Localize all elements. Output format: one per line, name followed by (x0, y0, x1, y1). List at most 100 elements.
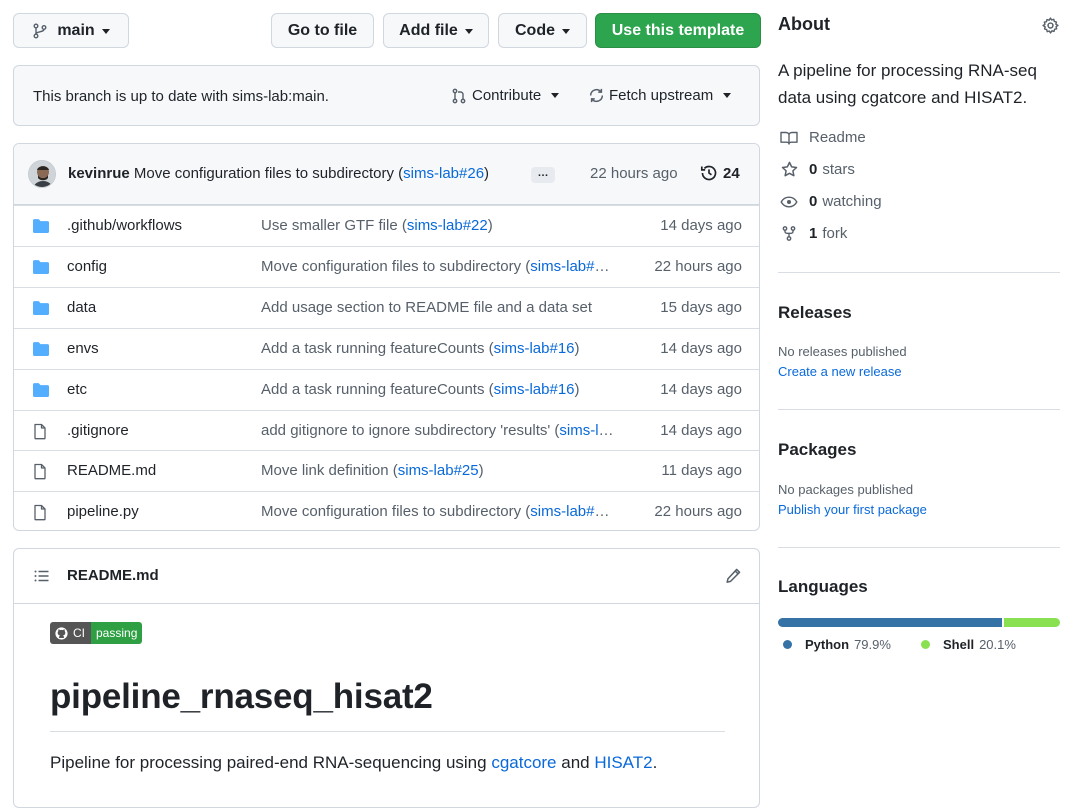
publish-package-link[interactable]: Publish your first package (778, 502, 927, 517)
caret-down-icon (551, 93, 560, 98)
use-template-button[interactable]: Use this template (595, 13, 761, 48)
branch-select-button[interactable]: main (13, 13, 129, 48)
file-commit-time[interactable]: 14 days ago (660, 217, 742, 234)
expand-commit-button[interactable]: … (531, 167, 555, 183)
create-release-link[interactable]: Create a new release (778, 364, 902, 379)
file-commit-text[interactable]: Add usage section to README file and a d… (261, 299, 592, 316)
commit-message-text[interactable]: Move configuration files to subdirectory… (134, 165, 403, 182)
hisat2-link[interactable]: HISAT2 (594, 753, 652, 772)
sidebar-divider (778, 409, 1060, 410)
avatar[interactable] (28, 160, 56, 188)
file-commit-pr-link[interactable]: sims-lab#25 (398, 462, 479, 479)
commit-history-link[interactable]: 24 (700, 164, 740, 182)
book-icon (778, 130, 800, 146)
file-commit-message[interactable]: Move configuration files to subdirectory… (261, 258, 615, 275)
readme-filename[interactable]: README.md (67, 567, 159, 584)
list-unordered-icon[interactable] (33, 568, 50, 584)
watching-link[interactable]: 0 watching (778, 193, 882, 210)
file-commit-time[interactable]: 14 days ago (660, 422, 742, 439)
cgatcore-link[interactable]: cgatcore (491, 753, 556, 772)
language-bar-segment (1003, 618, 1060, 627)
sidebar-divider (778, 547, 1060, 548)
file-name[interactable]: README.md (67, 462, 156, 479)
git-branch-icon (32, 23, 48, 39)
commit-time[interactable]: 22 hours ago (590, 165, 678, 182)
file-commit-text[interactable]: add gitignore to ignore subdirectory 're… (261, 422, 559, 439)
go-to-file-button[interactable]: Go to file (271, 13, 374, 48)
file-commit-time[interactable]: 11 days ago (661, 462, 742, 479)
file-name[interactable]: .gitignore (67, 422, 129, 439)
file-name[interactable]: config (67, 258, 107, 275)
language-python[interactable]: Python 79.9% (783, 637, 891, 652)
commit-author[interactable]: kevinrue (68, 165, 130, 182)
stars-label: stars (822, 161, 855, 178)
file-commit-message[interactable]: Use smaller GTF file (sims-lab#22) (261, 217, 615, 234)
pencil-icon[interactable] (725, 567, 742, 584)
latest-commit-message: kevinrue Move configuration files to sub… (68, 165, 489, 182)
commit-pr-link[interactable]: sims-lab#26 (403, 165, 484, 182)
file-listing: kevinrue Move configuration files to sub… (13, 143, 760, 531)
ci-status-badge[interactable]: CI passing (50, 622, 143, 644)
repo-description: A pipeline for processing RNA-seq data u… (778, 61, 1037, 107)
file-commit-pr-link[interactable]: sims-lab#22 (407, 217, 488, 234)
file-commit-text[interactable]: Add a task running featureCounts ( (261, 381, 494, 398)
file-row[interactable]: config Move configuration files to subdir… (14, 245, 759, 287)
file-row[interactable]: data Add usage section to README file and… (14, 286, 759, 328)
file-name[interactable]: etc (67, 381, 87, 398)
file-commit-time[interactable]: 15 days ago (660, 299, 742, 316)
releases-heading[interactable]: Releases (778, 303, 852, 323)
fetch-upstream-dropdown[interactable]: Fetch upstream (588, 87, 732, 104)
file-row[interactable]: README.md Move link definition (sims-lab#… (14, 450, 759, 491)
folder-icon (32, 218, 50, 234)
file-commit-message[interactable]: Add usage section to README file and a d… (261, 299, 615, 316)
readme-link[interactable]: Readme (778, 129, 866, 146)
file-row[interactable]: etc Add a task running featureCounts (sim… (14, 368, 759, 410)
contribute-dropdown[interactable]: Contribute (451, 87, 560, 104)
file-name[interactable]: .github/workflows (67, 217, 182, 234)
file-commit-time[interactable]: 22 hours ago (654, 503, 742, 520)
file-commit-message[interactable]: Add a task running featureCounts (sims-l… (261, 340, 615, 357)
file-row[interactable]: .gitignore add gitignore to ignore subdir… (14, 409, 759, 451)
file-commit-text[interactable]: Move configuration files to subdirectory… (261, 503, 530, 520)
add-file-button[interactable]: Add file (383, 13, 489, 48)
file-commit-text[interactable]: Add a task running featureCounts ( (261, 340, 494, 357)
gear-icon[interactable] (1042, 17, 1059, 34)
star-icon (778, 161, 800, 178)
readme-header: README.md (14, 549, 759, 604)
file-commit-text[interactable]: Move link definition ( (261, 462, 398, 479)
caret-down-icon (562, 29, 570, 34)
forks-link[interactable]: 1 fork (778, 225, 847, 242)
file-commit-pr-link[interactable]: sims-lab#16 (494, 381, 575, 398)
file-commit-close: ) (611, 503, 615, 520)
file-row[interactable]: .github/workflows Use smaller GTF file (s… (14, 205, 759, 246)
file-commit-time[interactable]: 14 days ago (660, 340, 742, 357)
file-row[interactable]: pipeline.py Move configuration files to s… (14, 491, 759, 530)
readme-para-end: . (652, 753, 658, 772)
file-commit-time[interactable]: 22 hours ago (654, 258, 742, 275)
file-commit-message[interactable]: Add a task running featureCounts (sims-l… (261, 381, 615, 398)
language-shell[interactable]: Shell 20.1% (921, 637, 1016, 652)
file-name[interactable]: data (67, 299, 96, 316)
language-percent: 20.1% (979, 637, 1016, 652)
stars-link[interactable]: 0 stars (778, 161, 855, 178)
packages-empty-text: No packages published (778, 482, 914, 497)
file-commit-message[interactable]: Move configuration files to subdirectory… (261, 503, 615, 520)
file-commit-text[interactable]: Move configuration files to subdirectory… (261, 258, 530, 275)
file-commit-pr-link[interactable]: sims-lab#26 (530, 503, 611, 520)
file-commit-pr-link[interactable]: sims-lab#16 (494, 340, 575, 357)
stars-count: 0 (809, 161, 818, 178)
code-button[interactable]: Code (498, 13, 587, 48)
file-row[interactable]: envs Add a task running featureCounts (si… (14, 327, 759, 369)
file-name[interactable]: envs (67, 340, 99, 357)
readme-paragraph: Pipeline for processing paired-end RNA-s… (50, 753, 657, 773)
file-commit-pr-link[interactable]: sims-lab#26 (530, 258, 611, 275)
file-commit-message[interactable]: Move link definition (sims-lab#25) (261, 462, 615, 479)
file-name[interactable]: pipeline.py (67, 503, 139, 520)
folder-icon (32, 382, 50, 398)
file-commit-time[interactable]: 14 days ago (660, 381, 742, 398)
file-commit-text[interactable]: Use smaller GTF file ( (261, 217, 407, 234)
folder-icon (32, 341, 50, 357)
packages-heading[interactable]: Packages (778, 440, 856, 460)
file-commit-pr-link[interactable]: sims-lab#24 (559, 422, 615, 439)
file-commit-message[interactable]: add gitignore to ignore subdirectory 're… (261, 422, 615, 439)
